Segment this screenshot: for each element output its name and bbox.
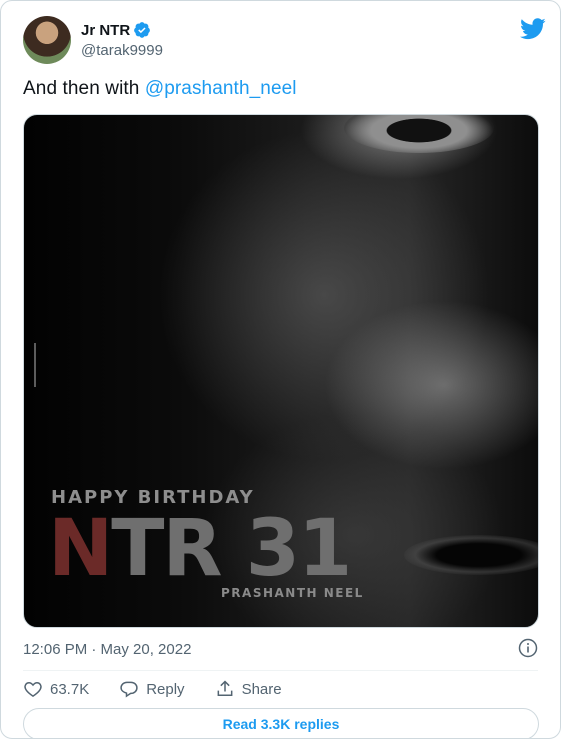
meta-divider [23,670,538,671]
poster-title-red: N [48,504,113,594]
author-avatar[interactable] [23,16,71,64]
reply-label: Reply [146,680,185,698]
tweet-media-image[interactable]: HAPPY BIRTHDAY NTR 31 PRASHANTH NEEL [23,114,539,628]
poster-side-mark [34,343,48,387]
tweet-card: Jr NTR @tarak9999 And then with @prashan… [0,0,561,739]
author-display-name[interactable]: Jr NTR [81,22,130,39]
tweet-text: And then with @prashanth_neel [23,78,297,100]
reply-bubble-icon [120,681,138,698]
author-handle[interactable]: @tarak9999 [81,42,163,59]
heart-icon [24,681,42,697]
info-icon[interactable] [518,638,538,658]
twitter-bird-icon[interactable] [520,18,546,40]
tweet-text-prefix: And then with [23,78,145,99]
poster-credit: PRASHANTH NEEL [221,586,364,600]
share-label: Share [241,680,282,698]
share-button[interactable]: Share [215,679,282,699]
read-replies-button[interactable]: Read 3.3K replies [23,708,539,738]
poster-lip-detail [404,535,538,575]
mention-link[interactable]: @prashanth_neel [145,78,297,99]
poster-title-rest: TR 31 [111,504,352,594]
like-button[interactable]: 63.7K [23,679,89,699]
poster-title: NTR 31 [48,510,352,588]
tweet-actions: 63.7K Reply Share [23,678,282,700]
share-upload-icon [217,680,232,696]
author-name-row: Jr NTR [81,21,151,39]
verified-badge-icon [134,22,151,38]
like-count: 63.7K [50,680,90,698]
poster-eye-detail [344,115,494,153]
reply-button[interactable]: Reply [119,679,185,699]
tweet-timestamp[interactable]: 12:06 PM · May 20, 2022 [23,641,191,658]
